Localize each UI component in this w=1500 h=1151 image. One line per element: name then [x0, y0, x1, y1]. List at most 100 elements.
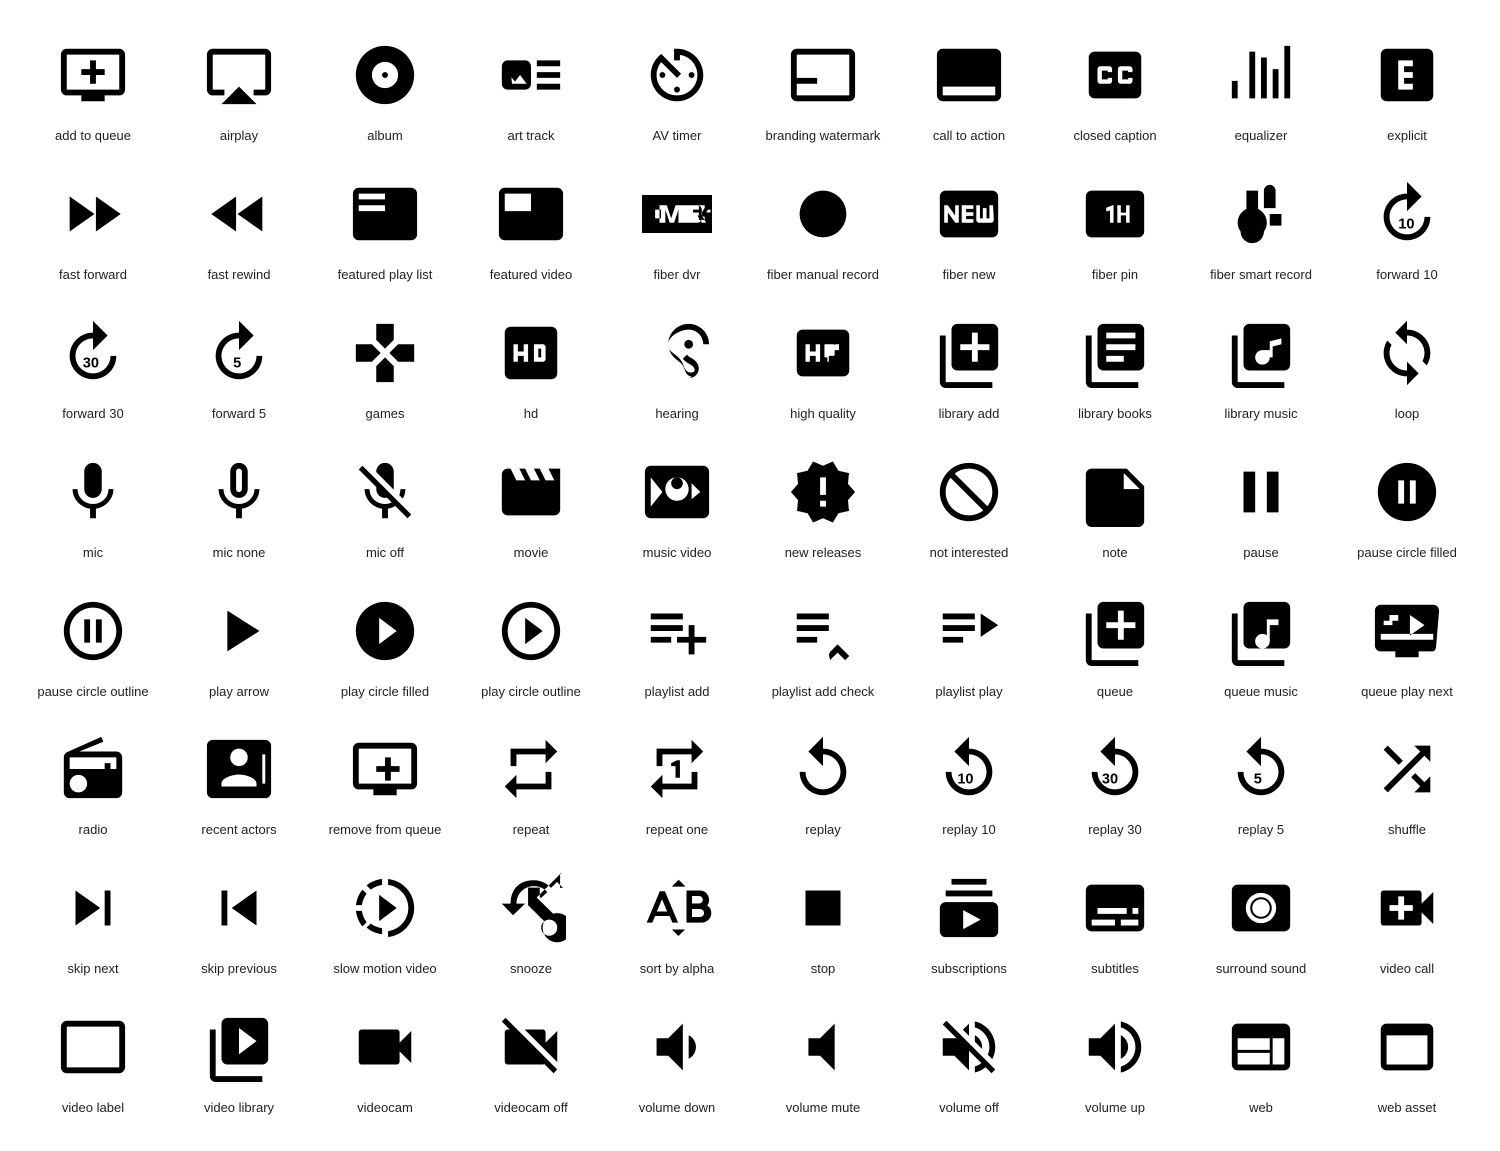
surround-sound-label: surround sound — [1216, 961, 1306, 978]
fiber-dvr-label: fiber dvr — [654, 267, 701, 284]
library-add-icon — [924, 308, 1014, 398]
equalizer-icon — [1216, 30, 1306, 120]
video-call-label: video call — [1380, 961, 1434, 978]
replay-5-icon: 5 — [1216, 724, 1306, 814]
icon-cell-slow-motion-video: slow motion video — [312, 853, 458, 992]
sort-by-alpha-label: sort by alpha — [640, 961, 714, 978]
play-arrow-icon — [194, 586, 284, 676]
hd-icon — [486, 308, 576, 398]
playlist-play-label: playlist play — [935, 684, 1002, 701]
icon-cell-mic-none: mic none — [166, 437, 312, 576]
icon-cell-playlist-add: playlist add — [604, 576, 750, 715]
library-music-icon — [1216, 308, 1306, 398]
mic-none-label: mic none — [213, 545, 266, 562]
volume-down-icon — [632, 1002, 722, 1092]
icon-cell-remove-from-queue: remove from queue — [312, 714, 458, 853]
icon-cell-video-label: video label — [20, 992, 166, 1131]
icon-cell-playlist-add-check: playlist add check — [750, 576, 896, 715]
icon-cell-explicit: explicit — [1334, 20, 1480, 159]
web-asset-icon — [1362, 1002, 1452, 1092]
loop-icon — [1362, 308, 1452, 398]
icon-cell-volume-mute: volume mute — [750, 992, 896, 1131]
not-interested-icon — [924, 447, 1014, 537]
play-circle-outline-icon — [486, 586, 576, 676]
volume-mute-icon — [778, 1002, 868, 1092]
featured-video-icon — [486, 169, 576, 259]
branding-watermark-label: branding watermark — [766, 128, 881, 145]
icon-cell-videocam-off: videocam off — [458, 992, 604, 1131]
icon-cell-video-library: video library — [166, 992, 312, 1131]
icon-cell-subtitles: subtitles — [1042, 853, 1188, 992]
icon-cell-fast-rewind: fast rewind — [166, 159, 312, 298]
icon-cell-featured-play-list: featured play list — [312, 159, 458, 298]
library-add-label: library add — [939, 406, 1000, 423]
fast-forward-label: fast forward — [59, 267, 127, 284]
movie-icon — [486, 447, 576, 537]
featured-play-list-label: featured play list — [338, 267, 433, 284]
queue-icon — [1070, 586, 1160, 676]
icon-cell-surround-sound: surround sound — [1188, 853, 1334, 992]
games-label: games — [365, 406, 404, 423]
icon-cell-web-asset: web asset — [1334, 992, 1480, 1131]
fiber-smart-record-label: fiber smart record — [1210, 267, 1312, 284]
repeat-one-icon — [632, 724, 722, 814]
icon-cell-radio: radio — [20, 714, 166, 853]
sort-by-alpha-icon — [632, 863, 722, 953]
icon-cell-high-quality: high quality — [750, 298, 896, 437]
icon-cell-repeat: repeat — [458, 714, 604, 853]
icon-grid: add to queue airplay album art track AV … — [20, 20, 1480, 1131]
fiber-new-icon — [924, 169, 1014, 259]
svg-text:30: 30 — [83, 355, 99, 371]
web-asset-label: web asset — [1378, 1100, 1437, 1117]
new-releases-icon — [778, 447, 868, 537]
featured-play-list-icon — [340, 169, 430, 259]
web-icon — [1216, 1002, 1306, 1092]
icon-cell-playlist-play: playlist play — [896, 576, 1042, 715]
icon-cell-hearing: hearing — [604, 298, 750, 437]
icon-cell-branding-watermark: branding watermark — [750, 20, 896, 159]
closed-caption-label: closed caption — [1073, 128, 1156, 145]
airplay-icon — [194, 30, 284, 120]
repeat-one-label: repeat one — [646, 822, 708, 839]
skip-next-icon — [48, 863, 138, 953]
replay-30-icon: 30 — [1070, 724, 1160, 814]
fiber-manual-record-icon — [778, 169, 868, 259]
queue-play-next-label: queue play next — [1361, 684, 1453, 701]
icon-cell-sort-by-alpha: sort by alpha — [604, 853, 750, 992]
icon-cell-snooze: snooze — [458, 853, 604, 992]
explicit-icon — [1362, 30, 1452, 120]
pause-circle-filled-label: pause circle filled — [1357, 545, 1457, 562]
note-label: note — [1102, 545, 1127, 562]
icon-cell-queue: queue — [1042, 576, 1188, 715]
volume-off-label: volume off — [939, 1100, 999, 1117]
icon-cell-loop: loop — [1334, 298, 1480, 437]
shuffle-label: shuffle — [1388, 822, 1426, 839]
surround-sound-icon — [1216, 863, 1306, 953]
branding-watermark-icon — [778, 30, 868, 120]
icon-cell-repeat-one: repeat one — [604, 714, 750, 853]
stop-label: stop — [811, 961, 836, 978]
icon-cell-fiber-new: fiber new — [896, 159, 1042, 298]
icon-cell-replay-10: 10 replay 10 — [896, 714, 1042, 853]
fast-forward-icon — [48, 169, 138, 259]
web-label: web — [1249, 1100, 1273, 1117]
icon-cell-pause-circle-outline: pause circle outline — [20, 576, 166, 715]
icon-cell-volume-down: volume down — [604, 992, 750, 1131]
replay-10-label: replay 10 — [942, 822, 995, 839]
icon-cell-fast-forward: fast forward — [20, 159, 166, 298]
icon-cell-recent-actors: recent actors — [166, 714, 312, 853]
icon-cell-mic: mic — [20, 437, 166, 576]
icon-cell-closed-caption: closed caption — [1042, 20, 1188, 159]
videocam-off-icon — [486, 1002, 576, 1092]
icon-cell-subscriptions: subscriptions — [896, 853, 1042, 992]
replay-5-label: replay 5 — [1238, 822, 1284, 839]
call-to-action-icon — [924, 30, 1014, 120]
icon-cell-note: note — [1042, 437, 1188, 576]
queue-music-icon — [1216, 586, 1306, 676]
playlist-play-icon — [924, 586, 1014, 676]
fiber-pin-icon — [1070, 169, 1160, 259]
closed-caption-icon — [1070, 30, 1160, 120]
volume-up-label: volume up — [1085, 1100, 1145, 1117]
queue-play-next-icon — [1362, 586, 1452, 676]
library-books-label: library books — [1078, 406, 1152, 423]
